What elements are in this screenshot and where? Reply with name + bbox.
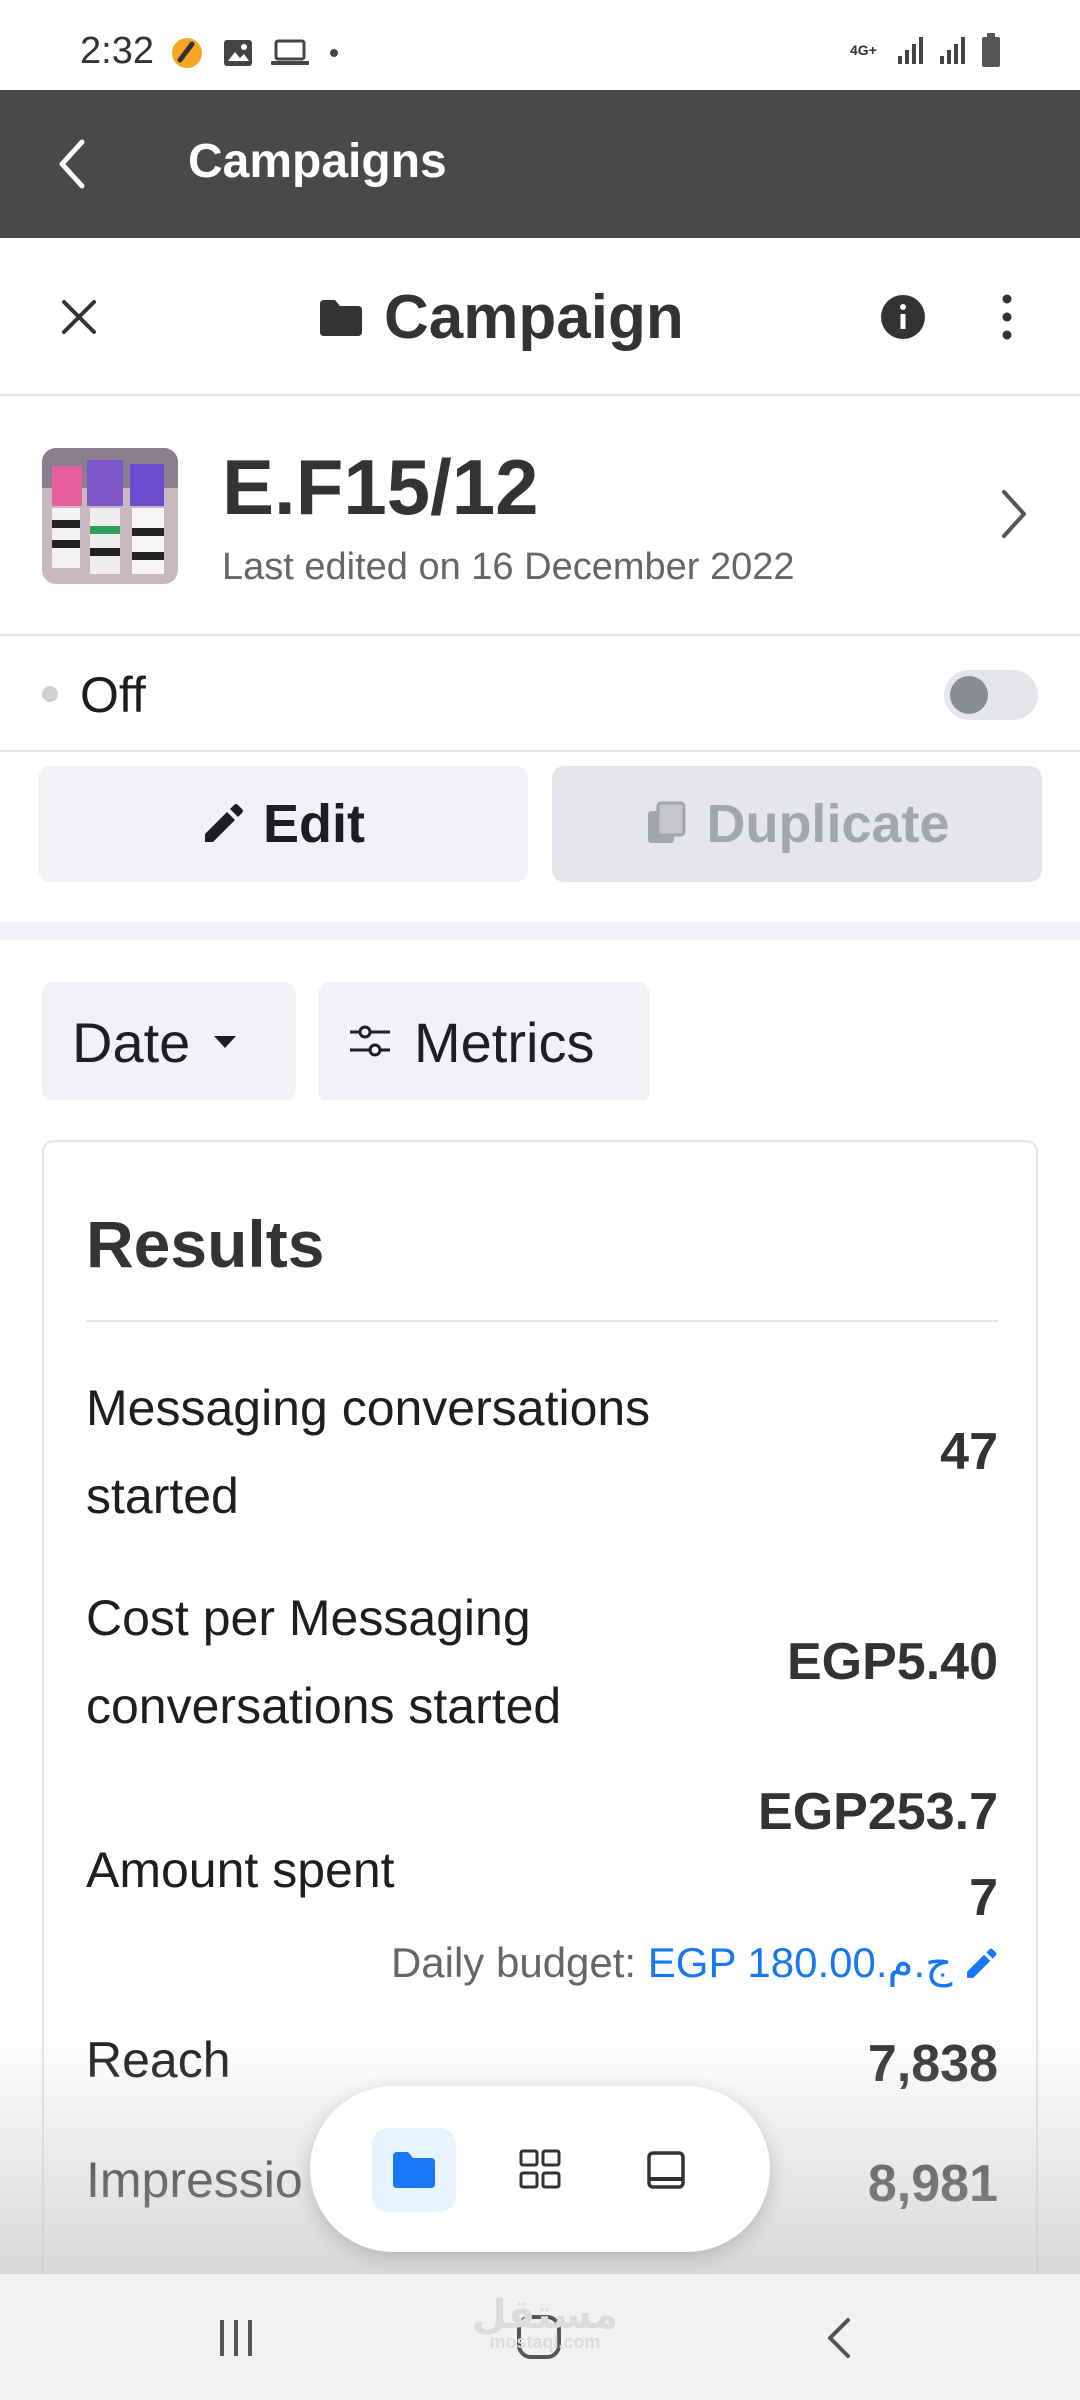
section-divider [0,922,1080,940]
budget-value[interactable]: EGP 180.00.ج.م [648,1939,953,1986]
metric-value-line2: 7 [969,1869,998,1927]
filter-chips: Date Metrics [0,940,1080,1100]
metric-label: Cost per Messaging [86,1590,531,1646]
divider [86,1320,998,1322]
metric-value: EGP5.40 [786,1633,998,1691]
watermark: مستقل mostaql.com [470,2292,620,2353]
close-icon[interactable] [56,294,102,340]
dropdown-arrow-icon [214,1036,237,1048]
campaign-row[interactable]: E.F15/12 Last edited on 16 December 2022 [0,396,1080,636]
system-nav-bar: مستقل mostaql.com [0,2274,1080,2400]
nav-ads-button[interactable] [624,2128,708,2212]
action-buttons: Edit Duplicate [0,752,1080,922]
notification-icons [168,34,342,72]
budget-label: Daily budget: [390,1939,648,1986]
metric-label: Impressio [86,2152,303,2208]
network-type: 4G+ [850,42,877,58]
dot-icon [330,49,338,57]
metric-row-messaging: Messaging conversations started 47 [86,1364,998,1564]
status-bar: 2:32 4G+ [0,0,1080,90]
date-filter[interactable]: Date [42,982,296,1100]
app-notification-icon [172,38,202,68]
battery-icon [982,33,1000,67]
campaign-header: Campaign [0,238,1080,396]
metric-row-cost: Cost per Messaging conversations started… [86,1574,998,1774]
ad-preview-icon [647,2151,685,2189]
chevron-right-icon[interactable] [994,484,1034,544]
watermark-subtext: mostaql.com [489,2332,601,2352]
floating-nav [310,2086,770,2252]
page-title: Campaign [318,282,684,353]
status-time: 2:32 [80,30,154,72]
app-bar-title: Campaigns [188,135,447,188]
back-icon[interactable] [818,2316,862,2360]
watermark-text: مستقل [471,2293,619,2337]
metric-label-line2: started [86,1468,239,1524]
campaign-status-row: Off [0,636,1080,752]
metrics-filter[interactable]: Metrics [318,982,650,1100]
results-title: Results [86,1207,325,1281]
metric-value: 8,981 [867,2155,998,2213]
date-filter-label: Date [72,1010,191,1074]
metric-label: Amount spent [86,1842,395,1898]
metrics-filter-label: Metrics [414,1010,595,1074]
status-indicator-dot [42,686,58,702]
info-icon[interactable] [880,294,926,340]
folder-icon [393,2152,435,2188]
grid-icon [519,2149,561,2189]
image-icon [224,40,252,66]
metric-value: 47 [940,1423,998,1481]
nav-campaigns-button[interactable] [372,2128,456,2212]
duplicate-button-label: Duplicate [706,794,950,854]
metric-row-amount-spent: Amount spent EGP253.7 7 [86,1782,998,1942]
copy-icon [648,801,686,843]
metric-value: EGP253.7 [758,1783,998,1841]
more-options-icon[interactable] [984,290,1030,344]
metric-label: Reach [86,2032,231,2088]
metric-value: 7,838 [867,2035,998,2093]
metric-label: Messaging conversations [86,1380,651,1436]
folder-icon [320,299,362,336]
sliders-icon [350,1025,390,1057]
signal-icon-2 [940,37,965,64]
campaign-toggle[interactable] [944,670,1038,720]
pencil-icon [205,804,243,842]
status-label: Off [80,667,146,723]
nav-ad-sets-button[interactable] [498,2128,582,2212]
daily-budget: Daily budget: EGP 180.00.ج.م [86,1938,998,1987]
back-arrow-icon[interactable] [48,134,108,194]
edit-budget-icon[interactable] [964,1947,998,1981]
campaign-name: E.F15/12 [222,443,539,531]
campaign-thumbnail [42,448,178,584]
system-status-icons: 4G+ [850,32,1002,68]
toggle-knob [950,676,988,714]
duplicate-button[interactable]: Duplicate [552,766,1042,882]
metric-label-line2: conversations started [86,1678,562,1734]
edit-button-label: Edit [263,794,365,854]
last-edited-text: Last edited on 16 December 2022 [222,546,795,588]
page-title-text: Campaign [384,283,684,352]
edit-button[interactable]: Edit [38,766,528,882]
laptop-icon [271,39,309,65]
signal-icon [898,37,923,64]
app-bar: Campaigns [0,90,1080,238]
recent-apps-icon[interactable] [214,2316,258,2360]
